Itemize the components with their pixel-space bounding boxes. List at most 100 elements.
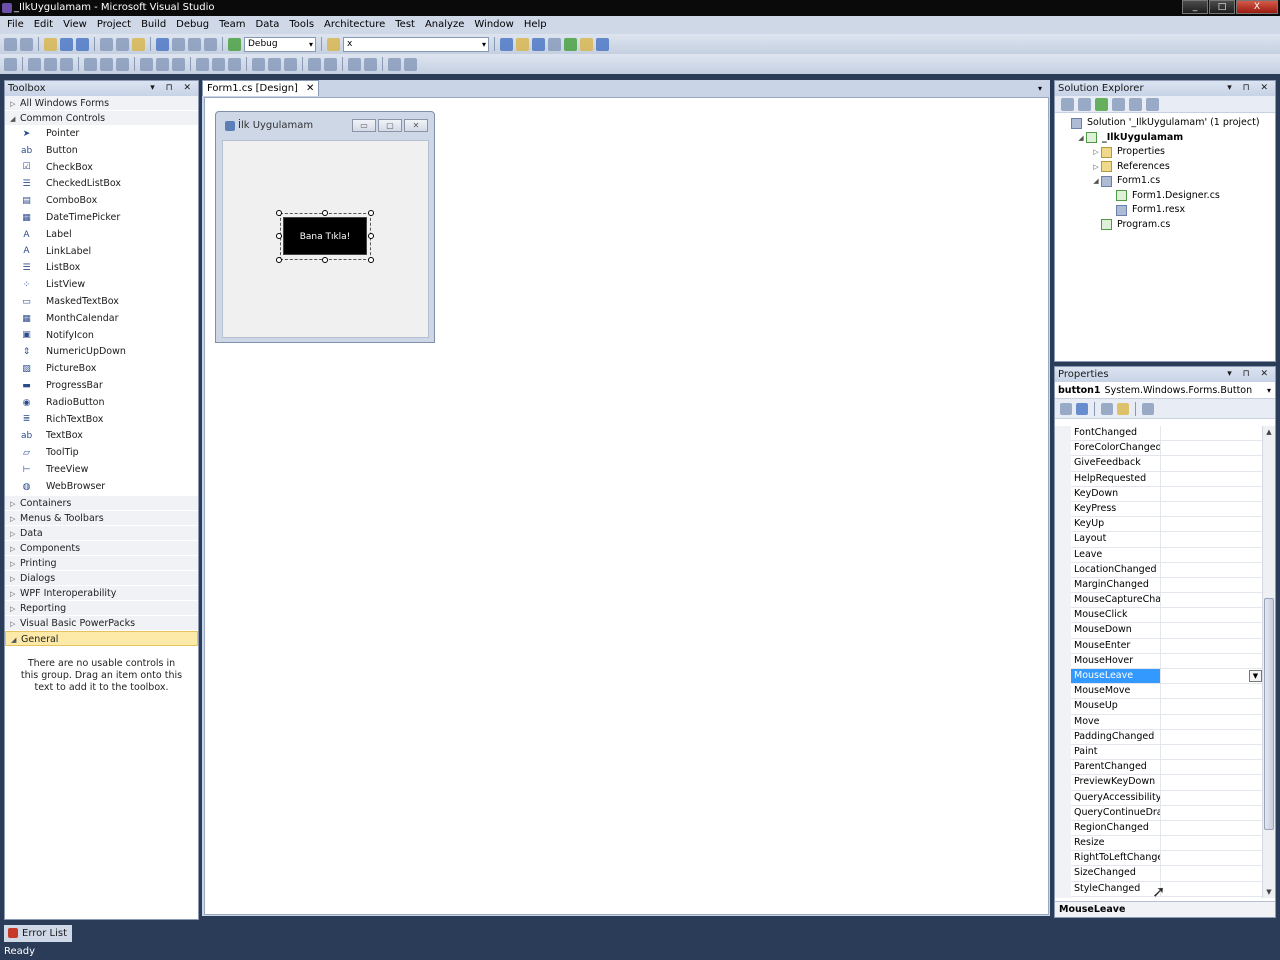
toolbox-icon[interactable] (548, 37, 561, 51)
event-row[interactable]: Move (1071, 714, 1263, 730)
make-same-size-icon[interactable] (172, 57, 185, 71)
toolbox-item-listview[interactable]: ⁘ ListView (5, 277, 198, 294)
increase-vertical-spacing-icon[interactable] (268, 57, 281, 71)
properties-view-icon[interactable] (1101, 402, 1113, 415)
toolbox-group[interactable]: ▷ Components (5, 540, 198, 556)
event-row[interactable]: MouseDown (1071, 623, 1263, 639)
menu-edit[interactable]: Edit (29, 16, 58, 34)
object-browser-icon[interactable] (532, 37, 545, 51)
menu-architecture[interactable]: Architecture (319, 16, 390, 34)
toolbox-group[interactable]: ▷ Containers (5, 495, 198, 511)
event-handler-value[interactable]: ▼ (1161, 669, 1263, 683)
event-row[interactable]: PaddingChanged (1071, 729, 1263, 745)
navigate-backward-icon[interactable] (188, 37, 201, 51)
tree-node[interactable]: ◢ Form1.cs (1055, 174, 1275, 189)
event-row[interactable]: MarginChanged (1071, 577, 1263, 594)
event-handler-value[interactable] (1161, 866, 1263, 880)
object-selector[interactable]: button1 System.Windows.Forms.Button (1055, 382, 1275, 399)
event-handler-value[interactable] (1161, 806, 1263, 820)
event-handler-value[interactable] (1161, 441, 1263, 455)
resize-handle[interactable] (368, 233, 374, 239)
event-row[interactable]: Resize (1071, 836, 1263, 852)
event-row[interactable]: Leave (1071, 547, 1263, 563)
toolbox-item-textbox[interactable]: ab TextBox (5, 428, 198, 445)
event-row[interactable]: KeyPress (1071, 501, 1263, 518)
menu-data[interactable]: Data (251, 16, 285, 34)
toolbox-group[interactable]: ▷ Printing (5, 555, 198, 571)
toolbox-item-treeview[interactable]: ⊢ TreeView (5, 462, 198, 479)
bring-to-front-icon[interactable] (348, 57, 361, 71)
event-row[interactable]: MouseHover (1071, 653, 1263, 669)
event-row[interactable]: GiveFeedback (1071, 456, 1263, 472)
align-lefts-icon[interactable] (28, 57, 41, 71)
view-designer-icon[interactable] (1129, 97, 1142, 111)
event-row[interactable]: MouseClick (1071, 608, 1263, 624)
toolbox-item-label[interactable]: A Label (5, 227, 198, 244)
decrease-vertical-spacing-icon[interactable] (284, 57, 297, 71)
event-handler-value[interactable] (1161, 548, 1263, 562)
menu-tools[interactable]: Tools (284, 16, 319, 34)
event-row[interactable]: RegionChanged (1071, 820, 1263, 837)
event-handler-value[interactable] (1161, 623, 1263, 637)
event-row[interactable]: HelpRequested (1071, 471, 1263, 487)
alphabetical-icon[interactable] (1076, 402, 1088, 415)
toolbox-group-general[interactable]: ◢ General (5, 630, 198, 646)
event-handler-value[interactable] (1161, 882, 1263, 896)
align-rights-icon[interactable] (60, 57, 73, 71)
property-pages-icon[interactable] (1142, 402, 1154, 415)
scroll-down-icon[interactable]: ▼ (1263, 886, 1275, 898)
tree-node[interactable]: ▷ Properties (1055, 145, 1275, 160)
align-bottoms-icon[interactable] (116, 57, 129, 71)
event-row[interactable]: KeyDown (1071, 486, 1263, 502)
event-handler-value[interactable] (1161, 563, 1263, 577)
menu-build[interactable]: Build (136, 16, 171, 34)
view-code-icon[interactable] (1112, 97, 1125, 111)
properties-window-icon[interactable] (516, 37, 529, 51)
categorized-icon[interactable] (1060, 402, 1072, 415)
tab-order-icon[interactable] (388, 57, 401, 71)
paste-icon[interactable] (132, 37, 145, 51)
event-handler-value[interactable] (1161, 699, 1263, 713)
event-handler-value[interactable] (1161, 608, 1263, 622)
event-handler-value[interactable] (1161, 532, 1263, 546)
event-row[interactable]: MouseUp (1071, 699, 1263, 715)
tree-node[interactable]: Solution '_IlkUygulamam' (1 project) (1055, 116, 1275, 131)
event-handler-value[interactable] (1161, 851, 1263, 865)
toolbox-group[interactable]: ▷ Visual Basic PowerPacks (5, 615, 198, 631)
properties-window-controls[interactable]: ▾ ⊓ ✕ (1227, 367, 1272, 382)
expand-arrow-icon[interactable]: ▷ (1091, 160, 1101, 175)
toolbox-item-picturebox[interactable]: ▨ PictureBox (5, 361, 198, 378)
solution-explorer-window-controls[interactable]: ▾ ⊓ ✕ (1227, 81, 1272, 96)
toolbox-item-progressbar[interactable]: ▬ ProgressBar (5, 378, 198, 395)
size-to-grid-icon[interactable] (156, 57, 169, 71)
start-debugging-icon[interactable] (228, 37, 241, 51)
event-handler-value[interactable] (1161, 639, 1263, 653)
menu-file[interactable]: File (2, 16, 29, 34)
event-handler-value[interactable] (1161, 472, 1263, 486)
event-handler-value[interactable] (1161, 715, 1263, 729)
toolbox-group[interactable]: ◢ Common Controls (5, 111, 198, 126)
event-row[interactable]: MouseEnter (1071, 638, 1263, 654)
event-handler-value[interactable] (1161, 684, 1263, 698)
event-handler-value[interactable] (1161, 836, 1263, 850)
event-handler-value[interactable] (1161, 517, 1263, 531)
toolbox-item-monthcalendar[interactable]: ▦ MonthCalendar (5, 311, 198, 328)
menu-project[interactable]: Project (92, 16, 136, 34)
event-row[interactable]: QueryAccessibilityH (1071, 790, 1263, 806)
event-row[interactable]: FontChanged (1071, 426, 1263, 442)
tab-form1-design[interactable]: Form1.cs [Design] ✕ (202, 80, 320, 96)
event-handler-value[interactable] (1161, 426, 1263, 440)
vertical-spacing-icon[interactable] (252, 57, 265, 71)
scrollbar-thumb[interactable] (1264, 598, 1274, 830)
open-file-icon[interactable] (44, 37, 57, 51)
tree-node[interactable]: ▷ References (1055, 160, 1275, 175)
toolbox-item-notifyicon[interactable]: ▣ NotifyIcon (5, 328, 198, 345)
toolbox-group[interactable]: ▷ Dialogs (5, 570, 198, 586)
save-all-icon[interactable] (76, 37, 89, 51)
toolbox-item-datetimepicker[interactable]: ▦ DateTimePicker (5, 210, 198, 227)
save-icon[interactable] (60, 37, 73, 51)
tree-node[interactable]: Program.cs (1055, 218, 1275, 233)
menu-team[interactable]: Team (214, 16, 250, 34)
toolbox-item-maskedtextbox[interactable]: ▭ MaskedTextBox (5, 294, 198, 311)
find-in-files-icon[interactable] (327, 37, 340, 51)
